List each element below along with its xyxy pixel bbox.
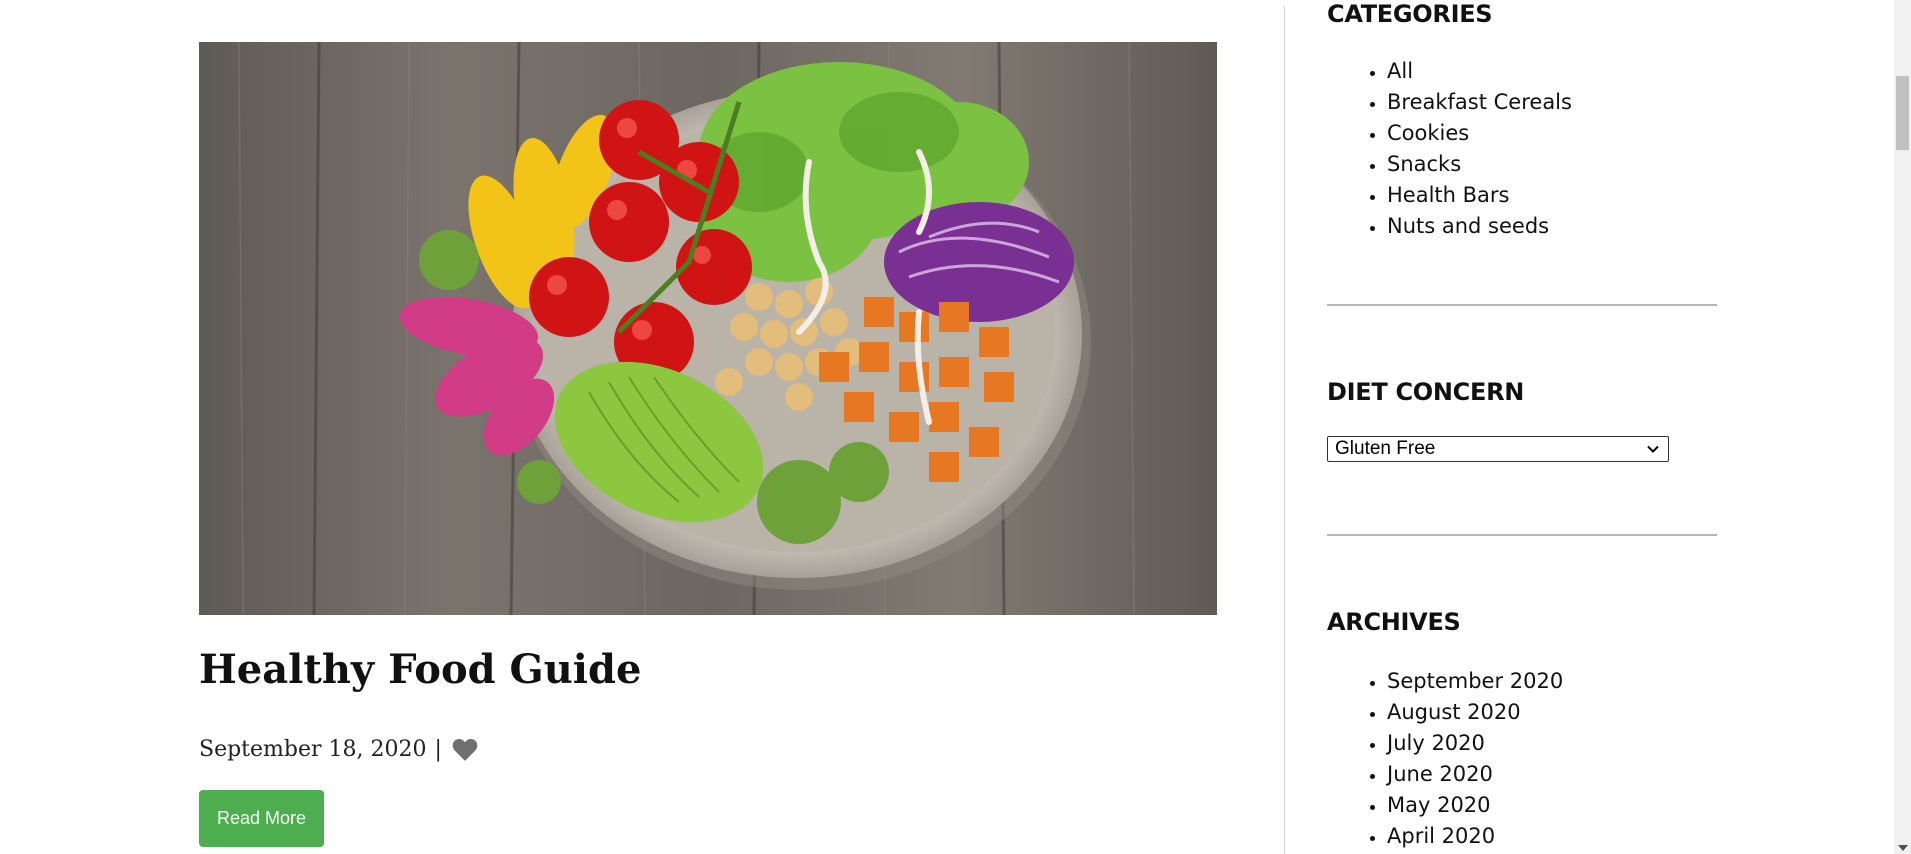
meta-separator: | [434, 737, 442, 762]
category-link-all[interactable]: All [1387, 59, 1413, 83]
categories-list: All Breakfast Cereals Cookies Snacks Hea… [1327, 56, 1572, 242]
archive-link-august-2020[interactable]: August 2020 [1387, 700, 1521, 724]
chevron-down-icon [1647, 445, 1659, 453]
category-link-cookies[interactable]: Cookies [1387, 121, 1469, 145]
sidebar-divider [1284, 6, 1285, 854]
categories-title: CATEGORIES [1327, 0, 1493, 28]
archive-link-april-2020[interactable]: April 2020 [1387, 824, 1495, 848]
diet-concern-select[interactable]: Gluten Free [1327, 436, 1669, 462]
archive-link-september-2020[interactable]: September 2020 [1387, 669, 1563, 693]
category-link-health-bars[interactable]: Health Bars [1387, 183, 1509, 207]
diet-concern-title: DIET CONCERN [1327, 378, 1525, 406]
archive-link-july-2020[interactable]: July 2020 [1387, 731, 1485, 755]
diet-concern-selected: Gluten Free [1335, 438, 1436, 459]
archive-item: June 2020 [1387, 759, 1563, 790]
archives-list: September 2020 August 2020 July 2020 Jun… [1327, 666, 1563, 852]
archive-link-may-2020[interactable]: May 2020 [1387, 793, 1491, 817]
category-item: Snacks [1387, 149, 1572, 180]
archive-item: September 2020 [1387, 666, 1563, 697]
widget-separator [1327, 534, 1717, 536]
archives-title: ARCHIVES [1327, 608, 1461, 636]
category-item: Cookies [1387, 118, 1572, 149]
archive-item: July 2020 [1387, 728, 1563, 759]
post-date: September 18, 2020 [199, 737, 427, 762]
post-image[interactable] [199, 42, 1217, 615]
category-item: All [1387, 56, 1572, 87]
post-meta: September 18, 2020 | [199, 737, 478, 762]
read-more-button[interactable]: Read More [199, 790, 324, 847]
archive-link-june-2020[interactable]: June 2020 [1387, 762, 1493, 786]
widget-separator [1327, 304, 1717, 306]
scroll-down-arrow-icon[interactable] [1898, 845, 1908, 851]
archive-item: August 2020 [1387, 697, 1563, 728]
category-item: Nuts and seeds [1387, 211, 1572, 242]
category-item: Health Bars [1387, 180, 1572, 211]
scrollbar-thumb[interactable] [1896, 76, 1909, 150]
post-title[interactable]: Healthy Food Guide [199, 646, 641, 693]
vertical-scrollbar[interactable] [1894, 0, 1911, 854]
archive-item: April 2020 [1387, 821, 1563, 852]
category-link-breakfast-cereals[interactable]: Breakfast Cereals [1387, 90, 1572, 114]
archive-item: May 2020 [1387, 790, 1563, 821]
heart-icon[interactable] [452, 738, 478, 762]
category-item: Breakfast Cereals [1387, 87, 1572, 118]
category-link-nuts-and-seeds[interactable]: Nuts and seeds [1387, 214, 1549, 238]
category-link-snacks[interactable]: Snacks [1387, 152, 1461, 176]
